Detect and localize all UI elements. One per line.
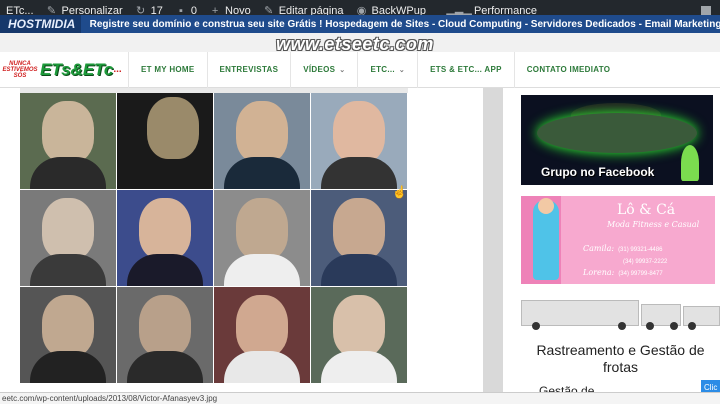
alien-image — [681, 145, 699, 181]
gallery-image[interactable] — [311, 190, 407, 286]
content-column — [408, 88, 483, 392]
portrait-image — [321, 254, 397, 286]
left-margin — [0, 88, 20, 392]
hostmidia-logo[interactable]: HOSTMIDIA — [0, 15, 81, 33]
portrait-image — [224, 254, 300, 286]
ad-contacts: Camila: (31) 99321-4486 (34) 99937-2222 L… — [583, 244, 667, 280]
fleet-ad-title: Rastreamento e Gestão de — [536, 342, 705, 358]
contact-name: Lorena: — [583, 268, 615, 277]
portrait-image — [42, 198, 94, 260]
ufo-image — [537, 113, 697, 153]
gallery-image[interactable] — [20, 93, 116, 189]
contact-name: Camila: — [583, 244, 615, 253]
nav-videos[interactable]: VÍDEOS ⌄ — [290, 51, 357, 88]
nav-contato[interactable]: CONTATO IMEDIATO — [513, 51, 623, 88]
van-image — [641, 304, 681, 330]
nav-etc[interactable]: ETC... ⌄ — [357, 51, 417, 88]
chevron-down-icon: ⌄ — [339, 66, 346, 74]
portrait-image — [147, 97, 199, 159]
portrait-image — [42, 295, 94, 357]
gallery-image[interactable] — [117, 93, 213, 189]
portrait-image — [236, 295, 288, 357]
contact-phone: (31) 99321-4486 — [618, 247, 663, 253]
van-image — [683, 306, 720, 330]
portrait-image — [333, 198, 385, 260]
portrait-image — [224, 157, 300, 189]
hosting-ticker[interactable]: Registre seu domínio e construa seu site… — [81, 19, 720, 30]
page-body: Grupo no Facebook Lô & Cá Moda Fitness e… — [0, 88, 720, 398]
portrait-gallery — [20, 93, 408, 392]
main-navigation: NUNCA ESTIVEMOS SÓS ETs&ETc ... ET MY HO… — [0, 51, 720, 88]
fitness-ad-banner[interactable]: Lô & Cá Moda Fitness e Casual Camila: (31… — [521, 196, 715, 284]
ad-title: Lô & Cá — [617, 202, 676, 218]
hosting-banner[interactable]: HOSTMIDIA Registre seu domínio e constru… — [0, 15, 720, 33]
fleet-tracking-ad[interactable]: Rastreamento e Gestão de frotas Gestão d… — [521, 294, 720, 398]
portrait-image — [30, 254, 106, 286]
logo-dots: ... — [113, 64, 122, 75]
portrait-image — [236, 101, 288, 163]
fleet-ad-title-line2: frotas — [602, 359, 638, 375]
ad-subtitle: Moda Fitness e Casual — [607, 220, 700, 229]
mouse-pointer-icon: ☝ — [392, 185, 407, 199]
logo-tagline: NUNCA ESTIVEMOS SÓS — [2, 60, 38, 79]
gallery-image[interactable] — [311, 93, 407, 189]
logo-text: ETs&ETc — [40, 59, 114, 79]
nav-entrevistas[interactable]: ENTREVISTAS — [206, 51, 291, 88]
portrait-image — [321, 157, 397, 189]
gallery-image[interactable] — [20, 190, 116, 286]
nav-label: ETS & ETC... APP — [430, 65, 502, 74]
portrait-image — [139, 295, 191, 357]
portrait-image — [139, 198, 191, 260]
site-logo[interactable]: NUNCA ESTIVEMOS SÓS ETs&ETc ... — [0, 52, 128, 88]
portrait-image — [236, 198, 288, 260]
nav-app[interactable]: ETS & ETC... APP — [417, 51, 514, 88]
browser-status-bar: eetc.com/wp-content/uploads/2013/08/Vict… — [0, 392, 720, 404]
portrait-image — [321, 351, 397, 383]
facebook-group-banner[interactable]: Grupo no Facebook — [521, 95, 713, 185]
nav-et-my-home[interactable]: ET MY HOME — [128, 51, 207, 88]
gallery-image[interactable] — [117, 287, 213, 383]
portrait-image — [224, 351, 300, 383]
chevron-down-icon: ⌄ — [398, 66, 406, 74]
portrait-image — [30, 351, 106, 383]
gallery-image[interactable] — [20, 287, 116, 383]
model-image — [533, 198, 559, 280]
gallery-image[interactable] — [117, 190, 213, 286]
gallery-image[interactable] — [311, 287, 407, 383]
sidebar: Grupo no Facebook Lô & Cá Moda Fitness e… — [503, 88, 720, 398]
portrait-image — [333, 101, 385, 163]
nav-label: ENTREVISTAS — [219, 65, 279, 74]
contact-phone: (34) 99799-8477 — [618, 271, 663, 277]
gallery-image[interactable] — [214, 190, 310, 286]
gallery-image[interactable] — [214, 93, 310, 189]
nav-label: VÍDEOS — [303, 65, 336, 74]
column-divider — [483, 88, 503, 392]
nav-label: ET MY HOME — [141, 65, 195, 74]
gallery-image[interactable] — [214, 287, 310, 383]
portrait-image — [42, 101, 94, 163]
portrait-image — [127, 254, 203, 286]
contact-phone: (34) 99937-2222 — [623, 259, 668, 265]
portrait-image — [127, 351, 203, 383]
nav-label: ETC... — [370, 65, 395, 74]
portrait-image — [30, 157, 106, 189]
truck-image — [521, 300, 639, 330]
facebook-group-label: Grupo no Facebook — [541, 165, 655, 179]
nav-label: CONTATO IMEDIATO — [526, 65, 611, 74]
ad-panel: Lô & Cá Moda Fitness e Casual Camila: (31… — [561, 196, 715, 284]
portrait-image — [333, 295, 385, 357]
